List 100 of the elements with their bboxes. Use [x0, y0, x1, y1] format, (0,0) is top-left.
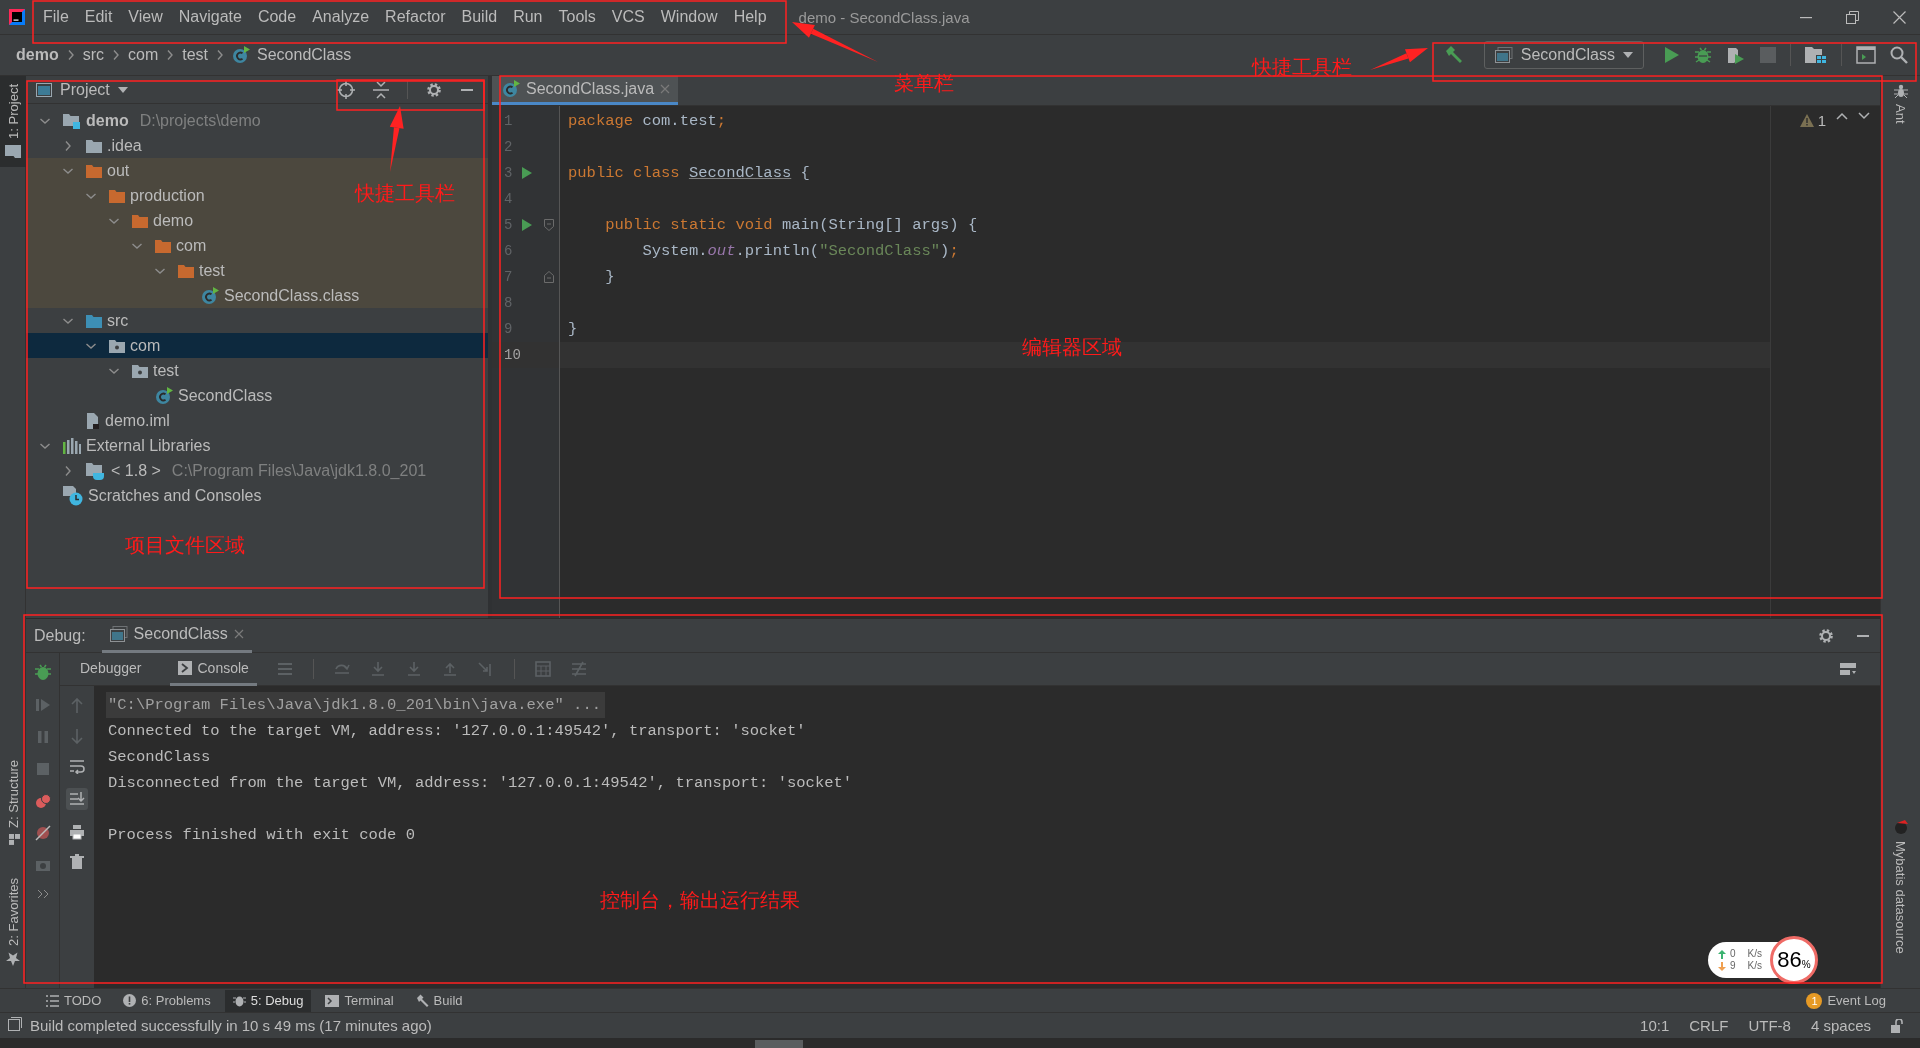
sdk-folder-icon: [86, 461, 106, 480]
tool-window-tab[interactable]: 6: Problems: [115, 989, 219, 1012]
stop-icon[interactable]: [34, 761, 51, 777]
settings-icon[interactable]: [426, 81, 442, 98]
breakpoints-icon[interactable]: [34, 793, 51, 809]
run-to-cursor-icon[interactable]: [477, 661, 494, 677]
status-item[interactable]: 4 spaces: [1810, 1017, 1871, 1034]
tool-window-tab[interactable]: Ant: [1893, 80, 1908, 128]
tool-window-tab[interactable]: 1: Project: [0, 76, 26, 167]
next-icon[interactable]: [1858, 112, 1870, 120]
folder-grid-icon[interactable]: [1805, 46, 1827, 64]
tool-window-tab[interactable]: Terminal: [317, 989, 402, 1012]
tree-item[interactable]: demo: [26, 208, 488, 233]
tool-window-tab[interactable]: Mybatis datasource: [1892, 815, 1909, 958]
step-into-icon[interactable]: [369, 661, 386, 677]
more-icon[interactable]: [36, 889, 49, 899]
tree-item[interactable]: demo.iml: [26, 408, 488, 433]
run-marker-icon[interactable]: [522, 167, 532, 179]
close-tab-icon[interactable]: [660, 84, 671, 94]
run-marker-icon[interactable]: [522, 219, 532, 231]
tree-item[interactable]: External Libraries: [26, 433, 488, 458]
status-item[interactable]: 10:1: [1640, 1017, 1670, 1034]
tool-window-tab[interactable]: Z: Structure: [0, 752, 26, 857]
scroll-to-end-icon[interactable]: [69, 791, 85, 807]
collapse-all-icon[interactable]: [373, 80, 389, 99]
bug-icon[interactable]: [33, 663, 52, 681]
menu-item[interactable]: Run: [505, 2, 551, 32]
step-out-icon[interactable]: [441, 661, 458, 677]
tree-item[interactable]: demo D:\projects\demo: [26, 108, 488, 133]
debugger-tab[interactable]: Debugger: [72, 652, 150, 686]
tree-item[interactable]: .idea: [26, 133, 488, 158]
hammer-icon[interactable]: [1443, 45, 1464, 65]
menu-item[interactable]: Refactor: [377, 2, 454, 32]
status-icon[interactable]: [8, 1017, 22, 1031]
line-number: 10: [503, 347, 520, 363]
resume-icon[interactable]: [34, 697, 51, 713]
down-icon[interactable]: [69, 728, 85, 744]
restore-window-icon[interactable]: [1846, 10, 1859, 24]
locate-icon[interactable]: [337, 80, 355, 99]
tree-item[interactable]: SecondClass.class: [26, 283, 488, 308]
bug-icon[interactable]: [1694, 46, 1712, 64]
soft-wrap-icon[interactable]: [69, 758, 85, 774]
menu-item[interactable]: View: [120, 2, 171, 32]
menu-item[interactable]: File: [35, 2, 77, 32]
trash-icon[interactable]: [69, 854, 85, 870]
print-icon[interactable]: [69, 824, 85, 840]
tool-window-tab[interactable]: Build: [407, 989, 471, 1012]
layout-icon[interactable]: [1840, 661, 1856, 677]
threads-icon[interactable]: [276, 661, 293, 677]
up-icon[interactable]: [69, 698, 85, 714]
tree-item[interactable]: SecondClass: [26, 383, 488, 408]
tree-item[interactable]: test: [26, 258, 488, 283]
search-icon[interactable]: [1890, 46, 1908, 64]
tool-window-tab[interactable]: TODO: [38, 989, 110, 1012]
menu-item[interactable]: VCS: [603, 2, 653, 32]
tree-item[interactable]: src: [26, 308, 488, 333]
force-step-into-icon[interactable]: [405, 661, 422, 677]
menu-item[interactable]: Tools: [550, 2, 604, 32]
settings-icon[interactable]: [1818, 627, 1834, 644]
close-tab-icon[interactable]: [233, 629, 244, 639]
mute-breakpoints-icon[interactable]: [34, 825, 51, 841]
status-item[interactable]: UTF-8: [1748, 1017, 1791, 1034]
fold-icon[interactable]: [544, 219, 554, 231]
breadcrumb-item[interactable]: test: [182, 46, 209, 64]
console-window-icon[interactable]: [1856, 46, 1876, 64]
previous-icon[interactable]: [1836, 112, 1848, 120]
breadcrumb-item[interactable]: src: [82, 46, 104, 64]
breadcrumb-item[interactable]: demo: [16, 46, 59, 64]
run-configuration-dropdown[interactable]: SecondClass: [1483, 41, 1644, 69]
editor-tab[interactable]: SecondClass.java: [492, 76, 679, 105]
tree-item[interactable]: com: [26, 333, 488, 358]
package-icon: [132, 363, 148, 378]
tool-window-tab[interactable]: 2: Favorites: [0, 870, 26, 974]
menu-item[interactable]: Code: [249, 2, 305, 32]
lock-icon[interactable]: [1891, 1018, 1904, 1033]
tool-window-tab[interactable]: 5: Debug: [224, 989, 312, 1012]
breadcrumb-item[interactable]: SecondClass: [257, 46, 352, 64]
tree-item[interactable]: Scratches and Consoles: [26, 483, 488, 508]
annotation-arrow: [1370, 48, 1428, 70]
tree-item[interactable]: out: [26, 158, 488, 183]
close-window-icon[interactable]: [1893, 10, 1906, 24]
tree-item[interactable]: com: [26, 233, 488, 258]
menu-item[interactable]: Help: [725, 2, 775, 32]
project-view-selector[interactable]: Project: [36, 80, 128, 99]
trace-icon[interactable]: [570, 661, 587, 677]
menu-item[interactable]: Window: [652, 2, 726, 32]
tree-item[interactable]: < 1.8 > C:\Program Files\Java\jdk1.8.0_201: [26, 458, 488, 483]
tree-item[interactable]: test: [26, 358, 488, 383]
coverage-icon[interactable]: [1726, 46, 1746, 64]
warning-indicator[interactable]: 1: [1799, 112, 1826, 129]
breadcrumb-item[interactable]: com: [128, 46, 159, 64]
scrollbar-thumb[interactable]: [755, 1040, 803, 1048]
run-icon[interactable]: [1664, 46, 1680, 64]
fold-icon[interactable]: [544, 271, 554, 283]
status-item[interactable]: CRLF: [1689, 1017, 1729, 1034]
menu-item[interactable]: Navigate: [170, 2, 250, 32]
menu-item[interactable]: Edit: [76, 2, 121, 32]
menu-item[interactable]: Analyze: [304, 2, 378, 32]
menu-item[interactable]: Build: [453, 2, 506, 32]
event-log-tab[interactable]: 1 Event Log: [1798, 989, 1894, 1012]
